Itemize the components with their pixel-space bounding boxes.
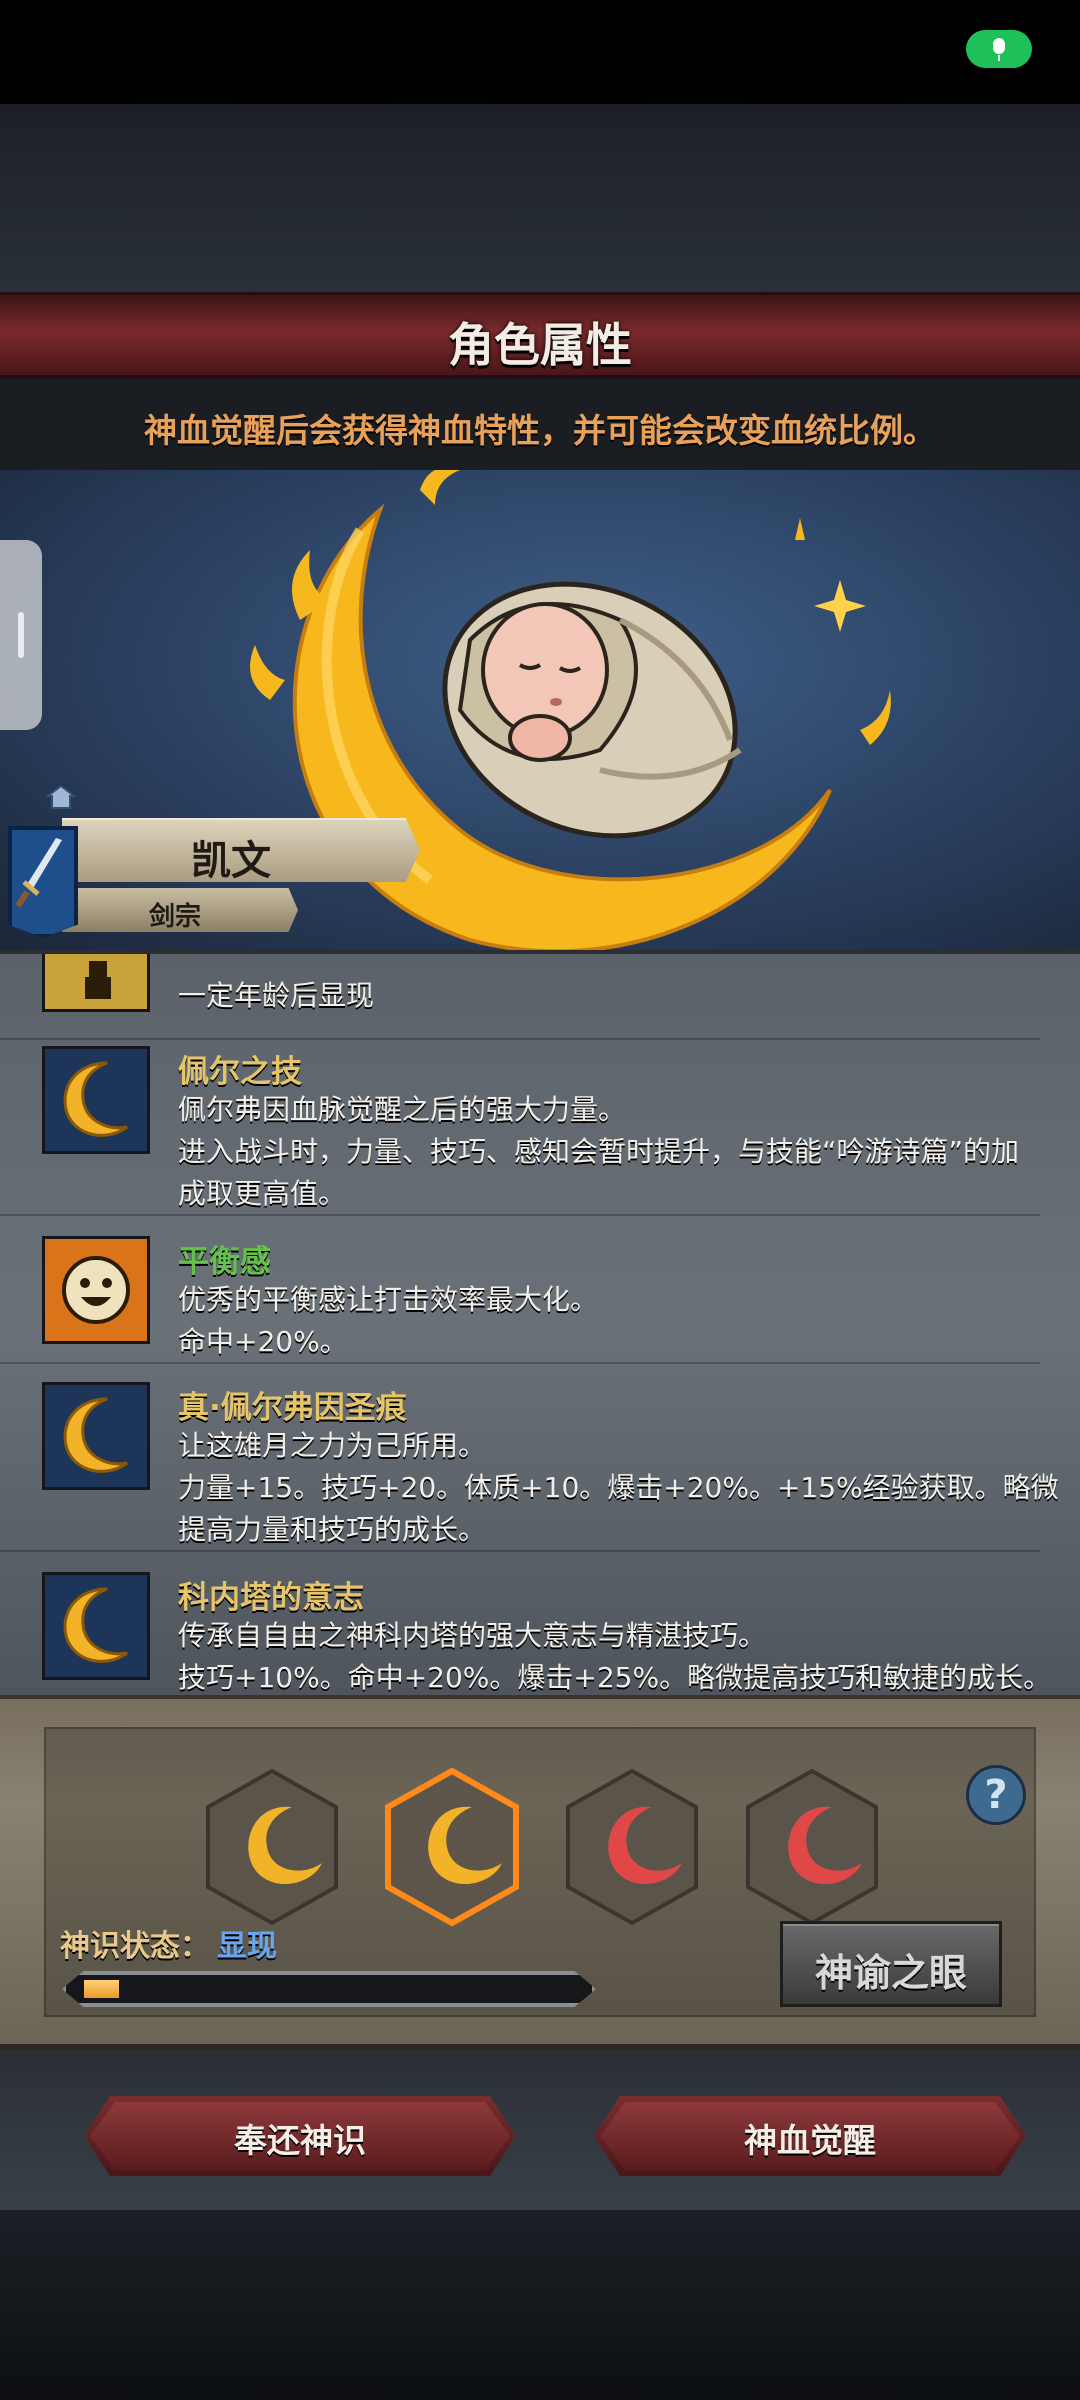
trait-line: 传承自自由之神科内塔的强大意志与精湛技巧。 [178,1619,767,1652]
background-top [0,104,1080,292]
awakening-progress-bar [62,1971,596,2007]
trait-line: 佩尔弗因血脉觉醒之后的强大力量。 [178,1093,627,1126]
subtitle-bar: 神血觉醒后会获得神血特性，并可能会改变血统比例。 [0,378,1080,470]
sword-icon [8,826,78,938]
list-item: 佩尔之技 佩尔弗因血脉觉醒之后的强大力量。 进入战斗时，力量、技巧、感知会暂时提… [0,1046,1040,1216]
help-button[interactable]: ? [966,1765,1026,1825]
character-name: 凯文 [191,838,271,884]
page-title: 角色属性 [448,318,632,372]
name-plate: 凯文 [62,818,420,882]
awaken-button-label: 神血觉醒 [744,2121,876,2160]
gold-crescent-slot-selected[interactable] [382,1767,522,1927]
status-bar [0,0,1080,104]
trait-line: 一定年龄后显现 [178,979,375,1012]
trait-line: 技巧+10%。命中+20%。爆击+25%。略微提高技巧和敏捷的成长。 [178,1661,1052,1694]
divine-blood-awaken-button[interactable]: 神血觉醒 [594,2096,1026,2176]
state-label: 神识状态： [60,1929,210,1964]
gold-crescent-slot[interactable] [202,1767,342,1927]
home-icon [46,784,76,809]
list-item: 一定年龄后显现 [0,954,1040,1040]
trait-line: 命中+20%。 [178,1325,348,1358]
golden-moon-icon [42,1382,150,1490]
character-class: 剑宗 [148,902,201,932]
progress-fill [84,1980,119,1998]
trait-line: 让这雄月之力为己所用。 [178,1429,487,1462]
trait-line: 优秀的平衡感让打击效率最大化。 [178,1283,599,1316]
title-banner: 角色属性 [0,292,1080,378]
microphone-indicator-icon [966,30,1032,68]
class-plate: 剑宗 [62,888,298,932]
oracle-eye-label: 神谕之眼 [814,1951,967,1995]
awakening-panel: ? 神识状态： 显现 神谕之眼 [0,1695,1080,2050]
golden-moon-icon [42,1046,150,1154]
footer-background [0,2210,1080,2400]
trait-name: 平衡感 [178,1244,271,1280]
list-item: 真·佩尔弗因圣痕 让这雄月之力为己所用。 力量+15。技巧+20。体质+10。爆… [0,1382,1059,1552]
trait-name: 真·佩尔弗因圣痕 [178,1390,407,1426]
oracle-eye-button[interactable]: 神谕之眼 [780,1921,1002,2007]
side-drawer-handle[interactable] [0,540,42,730]
smiley-sun-icon [42,1236,150,1344]
trait-name: 科内塔的意志 [178,1580,364,1616]
trait-line: 进入战斗时，力量、技巧、感知会暂时提升，与技能“吟游诗篇”的加 [178,1135,1020,1168]
page-subtitle: 神血觉醒后会获得神血特性，并可能会改变血统比例。 [144,411,936,450]
return-divine-sense-button[interactable]: 奉还神识 [84,2096,516,2176]
trait-line: 提高力量和技巧的成长。 [178,1513,487,1546]
trait-list[interactable]: 一定年龄后显现 佩尔之技 佩尔弗因血脉觉醒之后的强大力量。 进入战斗时，力量、技… [0,950,1080,1695]
trait-name: 佩尔之技 [178,1054,302,1090]
list-item: 平衡感 优秀的平衡感让打击效率最大化。 命中+20%。 [0,1236,1040,1364]
state-value: 显现 [217,1929,277,1964]
trait-line: 力量+15。技巧+20。体质+10。爆击+20%。+15%经验获取。略微 [178,1471,1059,1504]
return-button-label: 奉还神识 [234,2121,366,2160]
red-crescent-slot[interactable] [742,1767,882,1927]
character-name-card: 凯文 剑宗 [0,818,420,938]
golden-moon-icon [42,1572,150,1680]
lock-icon [42,954,150,1012]
list-item: 科内塔的意志 传承自自由之神科内塔的强大意志与精湛技巧。 技巧+10%。命中+2… [0,1572,1051,1695]
red-crescent-slot[interactable] [562,1767,702,1927]
trait-line: 成取更高值。 [178,1177,347,1210]
